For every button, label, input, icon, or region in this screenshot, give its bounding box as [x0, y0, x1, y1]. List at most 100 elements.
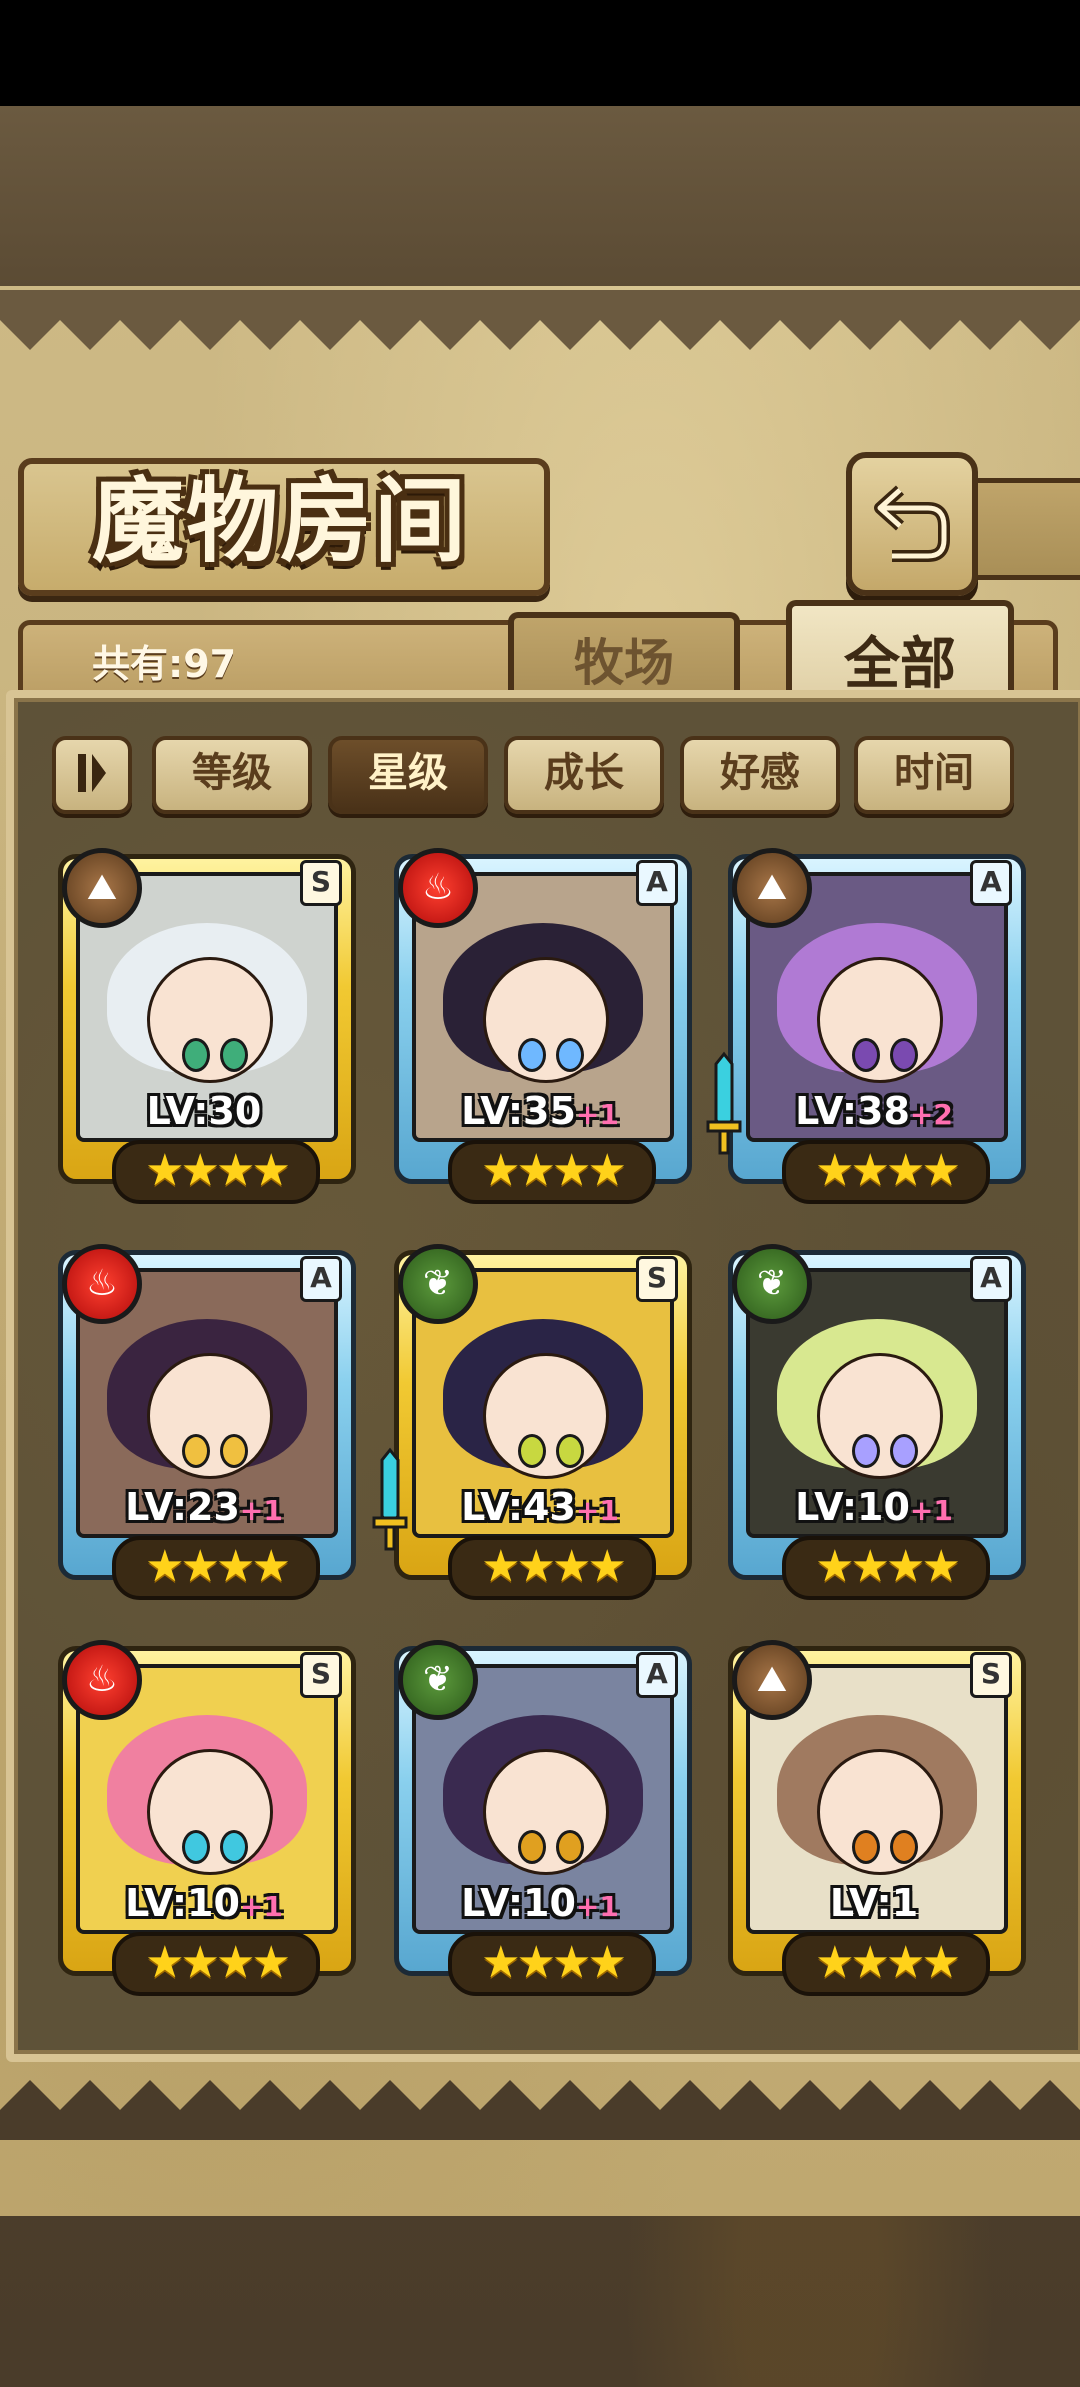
portrait-face [483, 1353, 609, 1480]
portrait-eye [181, 1038, 210, 1073]
portrait-eye [181, 1434, 210, 1469]
level-label: LV:10+1 [752, 1484, 996, 1530]
star-rating: ★★★★ [448, 1932, 656, 1996]
star-rating: ★★★★ [448, 1140, 656, 1204]
rank-badge: S [300, 860, 342, 906]
level-value: LV:1 [829, 1881, 919, 1925]
map-top-band [0, 106, 1080, 286]
rank-badge: S [636, 1256, 678, 1302]
grass-element-icon: ❦ [398, 1640, 478, 1720]
portrait-eye [555, 1830, 584, 1865]
portrait-eye [517, 1038, 546, 1073]
monster-card[interactable]: S ❦ LV:43+1 ★★★★ [372, 1236, 698, 1606]
rank-badge: A [636, 860, 678, 906]
portrait-eye [889, 1830, 918, 1865]
rank-badge: S [300, 1652, 342, 1698]
monster-card[interactable]: A ⛰ LV:38+2 ★★★★ [706, 840, 1032, 1210]
portrait-eye [889, 1038, 918, 1073]
level-value: LV:23 [125, 1485, 240, 1529]
portrait-eye [851, 1830, 880, 1865]
fire-element-icon: ♨ [62, 1244, 142, 1324]
level-plus: +1 [239, 1890, 283, 1923]
sword-equip-icon [372, 1447, 408, 1551]
portrait-eye [555, 1038, 584, 1073]
portrait-eye [517, 1830, 546, 1865]
monster-count: 共有:97 [92, 642, 237, 686]
portrait-eye [889, 1434, 918, 1469]
rank-badge: A [300, 1256, 342, 1302]
rank-badge: A [636, 1652, 678, 1698]
portrait-face [817, 1749, 943, 1876]
portrait-eye [219, 1038, 248, 1073]
fire-element-icon: ♨ [62, 1640, 142, 1720]
earth-element-icon: ⛰ [62, 848, 142, 928]
sort-button-time[interactable]: 时间 [854, 736, 1014, 814]
sort-button-growth[interactable]: 成长 [504, 736, 664, 814]
portrait-eye [517, 1434, 546, 1469]
star-rating: ★★★★ [782, 1932, 990, 1996]
level-label: LV:43+1 [418, 1484, 662, 1530]
grass-element-icon: ❦ [732, 1244, 812, 1324]
portrait-eye [555, 1434, 584, 1469]
back-button[interactable] [846, 452, 978, 596]
portrait-face [817, 957, 943, 1084]
level-value: LV:10 [795, 1485, 910, 1529]
level-label: LV:30 [82, 1088, 326, 1134]
level-plus: +1 [909, 1494, 953, 1527]
monster-card[interactable]: A ♨ LV:35+1 ★★★★ [378, 840, 698, 1210]
earth-element-icon: ⛰ [732, 1640, 812, 1720]
sort-order-toggle[interactable] [52, 736, 132, 814]
status-bar [0, 0, 1080, 106]
rank-badge: A [970, 1256, 1012, 1302]
portrait-face [483, 957, 609, 1084]
level-label: LV:1 [752, 1880, 996, 1926]
star-rating: ★★★★ [112, 1932, 320, 1996]
grass-element-icon: ❦ [398, 1244, 478, 1324]
star-rating: ★★★★ [448, 1536, 656, 1600]
level-value: LV:35 [461, 1089, 576, 1133]
level-label: LV:38+2 [752, 1088, 996, 1134]
monster-card[interactable]: A ❦ LV:10+1 ★★★★ [712, 1236, 1032, 1606]
monster-card[interactable]: S ⛰ LV:1 ★★★★ [712, 1632, 1032, 2002]
portrait-eye [851, 1038, 880, 1073]
level-label: LV:10+1 [418, 1880, 662, 1926]
zigzag-border-top [0, 290, 1080, 350]
portrait-face [147, 1353, 273, 1480]
level-value: LV:10 [125, 1881, 240, 1925]
portrait-face [147, 1749, 273, 1876]
portrait-face [817, 1353, 943, 1480]
return-arrow-icon [874, 485, 950, 562]
portrait-face [147, 957, 273, 1084]
earth-element-icon: ⛰ [732, 848, 812, 928]
rank-badge: S [970, 1652, 1012, 1698]
sort-button-stars[interactable]: 星级 [328, 736, 488, 814]
level-plus: +1 [575, 1098, 619, 1131]
sword-equip-icon [706, 1051, 742, 1155]
level-plus: +1 [575, 1494, 619, 1527]
portrait-eye [851, 1434, 880, 1469]
star-rating: ★★★★ [112, 1140, 320, 1204]
star-rating: ★★★★ [782, 1536, 990, 1600]
rank-badge: A [970, 860, 1012, 906]
back-ribbon [960, 478, 1080, 580]
level-plus: +1 [575, 1890, 619, 1923]
level-label: LV:23+1 [82, 1484, 326, 1530]
sort-button-level[interactable]: 等级 [152, 736, 312, 814]
portrait-face [483, 1749, 609, 1876]
monster-card[interactable]: S ⛰ LV:30 ★★★★ [42, 840, 362, 1210]
zigzag-border-bottom [0, 2080, 1080, 2140]
level-label: LV:35+1 [418, 1088, 662, 1134]
portrait-eye [181, 1830, 210, 1865]
monster-card[interactable]: S ♨ LV:10+1 ★★★★ [42, 1632, 362, 2002]
monster-card[interactable]: A ❦ LV:10+1 ★★★★ [378, 1632, 698, 2002]
pause-sort-toggle-icon [78, 754, 106, 792]
portrait-eye [219, 1434, 248, 1469]
monster-card[interactable]: A ♨ LV:23+1 ★★★★ [42, 1236, 362, 1606]
level-plus: +2 [909, 1098, 953, 1131]
portrait-eye [219, 1830, 248, 1865]
level-plus: +1 [239, 1494, 283, 1527]
level-label: LV:10+1 [82, 1880, 326, 1926]
star-rating: ★★★★ [782, 1140, 990, 1204]
sort-button-affection[interactable]: 好感 [680, 736, 840, 814]
fire-element-icon: ♨ [398, 848, 478, 928]
